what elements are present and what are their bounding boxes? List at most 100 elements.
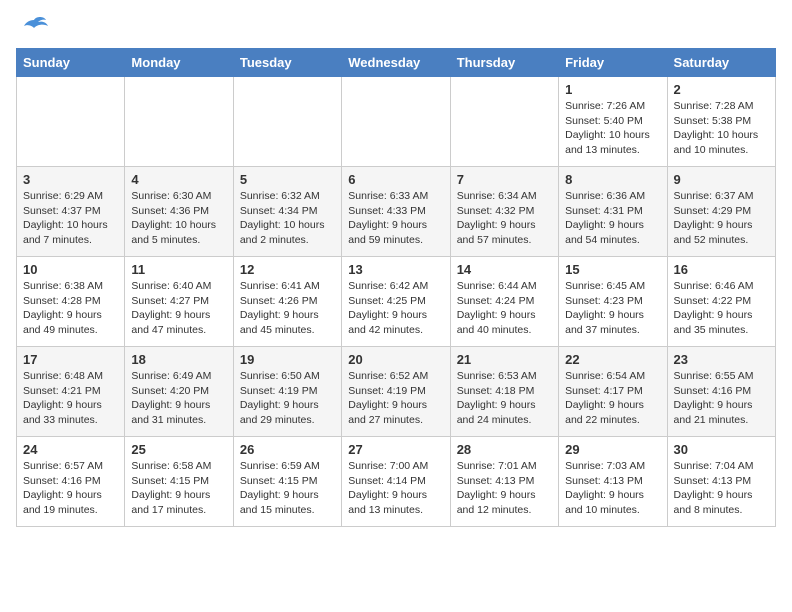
calendar-cell: 1 Sunrise: 7:26 AMSunset: 5:40 PMDaylight…: [559, 77, 667, 167]
header-row: SundayMondayTuesdayWednesdayThursdayFrid…: [17, 49, 776, 77]
calendar-cell: [17, 77, 125, 167]
day-info: Sunrise: 6:52 AMSunset: 4:19 PMDaylight:…: [348, 369, 443, 428]
day-info: Sunrise: 6:49 AMSunset: 4:20 PMDaylight:…: [131, 369, 226, 428]
calendar-week-row: 10 Sunrise: 6:38 AMSunset: 4:28 PMDayligh…: [17, 257, 776, 347]
day-info: Sunrise: 6:32 AMSunset: 4:34 PMDaylight:…: [240, 189, 335, 248]
calendar-cell: 30 Sunrise: 7:04 AMSunset: 4:13 PMDayligh…: [667, 437, 775, 527]
calendar-cell: 16 Sunrise: 6:46 AMSunset: 4:22 PMDayligh…: [667, 257, 775, 347]
day-of-week-header: Sunday: [17, 49, 125, 77]
calendar-table: SundayMondayTuesdayWednesdayThursdayFrid…: [16, 48, 776, 527]
calendar-cell: 28Sunrise: 7:01 AMSunset: 4:13 PMDayligh…: [450, 437, 558, 527]
logo-bird-icon: [20, 16, 48, 36]
calendar-cell: 21Sunrise: 6:53 AMSunset: 4:18 PMDayligh…: [450, 347, 558, 437]
day-number: 21: [457, 352, 552, 367]
calendar-cell: 26 Sunrise: 6:59 AMSunset: 4:15 PMDayligh…: [233, 437, 341, 527]
day-info: Sunrise: 7:28 AMSunset: 5:38 PMDaylight:…: [674, 99, 769, 158]
day-number: 6: [348, 172, 443, 187]
day-number: 8: [565, 172, 660, 187]
day-number: 15: [565, 262, 660, 277]
day-number: 17: [23, 352, 118, 367]
day-info: Sunrise: 7:03 AMSunset: 4:13 PMDaylight:…: [565, 459, 660, 518]
calendar-cell: 5 Sunrise: 6:32 AMSunset: 4:34 PMDaylight…: [233, 167, 341, 257]
day-number: 22: [565, 352, 660, 367]
calendar-week-row: 1 Sunrise: 7:26 AMSunset: 5:40 PMDaylight…: [17, 77, 776, 167]
day-number: 24: [23, 442, 118, 457]
calendar-cell: [450, 77, 558, 167]
day-of-week-header: Tuesday: [233, 49, 341, 77]
day-number: 13: [348, 262, 443, 277]
day-of-week-header: Friday: [559, 49, 667, 77]
day-info: Sunrise: 6:38 AMSunset: 4:28 PMDaylight:…: [23, 279, 118, 338]
day-number: 27: [348, 442, 443, 457]
day-number: 20: [348, 352, 443, 367]
calendar-cell: 7Sunrise: 6:34 AMSunset: 4:32 PMDaylight…: [450, 167, 558, 257]
day-number: 9: [674, 172, 769, 187]
calendar-cell: 15 Sunrise: 6:45 AMSunset: 4:23 PMDayligh…: [559, 257, 667, 347]
day-number: 16: [674, 262, 769, 277]
calendar-cell: 8 Sunrise: 6:36 AMSunset: 4:31 PMDaylight…: [559, 167, 667, 257]
day-info: Sunrise: 7:01 AMSunset: 4:13 PMDaylight:…: [457, 459, 552, 518]
calendar-cell: 20 Sunrise: 6:52 AMSunset: 4:19 PMDayligh…: [342, 347, 450, 437]
day-info: Sunrise: 6:55 AMSunset: 4:16 PMDaylight:…: [674, 369, 769, 428]
day-info: Sunrise: 6:50 AMSunset: 4:19 PMDaylight:…: [240, 369, 335, 428]
calendar-cell: 29 Sunrise: 7:03 AMSunset: 4:13 PMDayligh…: [559, 437, 667, 527]
calendar-week-row: 17Sunrise: 6:48 AMSunset: 4:21 PMDayligh…: [17, 347, 776, 437]
calendar-cell: 6 Sunrise: 6:33 AMSunset: 4:33 PMDaylight…: [342, 167, 450, 257]
day-number: 10: [23, 262, 118, 277]
day-number: 25: [131, 442, 226, 457]
day-number: 29: [565, 442, 660, 457]
calendar-cell: [342, 77, 450, 167]
calendar-cell: 17Sunrise: 6:48 AMSunset: 4:21 PMDayligh…: [17, 347, 125, 437]
day-info: Sunrise: 6:33 AMSunset: 4:33 PMDaylight:…: [348, 189, 443, 248]
logo: [16, 16, 48, 36]
day-number: 12: [240, 262, 335, 277]
calendar-cell: [233, 77, 341, 167]
day-info: Sunrise: 6:45 AMSunset: 4:23 PMDaylight:…: [565, 279, 660, 338]
day-info: Sunrise: 6:30 AMSunset: 4:36 PMDaylight:…: [131, 189, 226, 248]
calendar-cell: [125, 77, 233, 167]
calendar-cell: 13Sunrise: 6:42 AMSunset: 4:25 PMDayligh…: [342, 257, 450, 347]
day-number: 5: [240, 172, 335, 187]
calendar-cell: 3 Sunrise: 6:29 AMSunset: 4:37 PMDaylight…: [17, 167, 125, 257]
day-number: 26: [240, 442, 335, 457]
calendar-cell: 27 Sunrise: 7:00 AMSunset: 4:14 PMDayligh…: [342, 437, 450, 527]
day-info: Sunrise: 6:36 AMSunset: 4:31 PMDaylight:…: [565, 189, 660, 248]
calendar-cell: 2 Sunrise: 7:28 AMSunset: 5:38 PMDaylight…: [667, 77, 775, 167]
day-of-week-header: Monday: [125, 49, 233, 77]
day-info: Sunrise: 6:37 AMSunset: 4:29 PMDaylight:…: [674, 189, 769, 248]
day-number: 3: [23, 172, 118, 187]
day-info: Sunrise: 7:26 AMSunset: 5:40 PMDaylight:…: [565, 99, 660, 158]
calendar-cell: 9 Sunrise: 6:37 AMSunset: 4:29 PMDaylight…: [667, 167, 775, 257]
day-number: 7: [457, 172, 552, 187]
calendar-week-row: 3 Sunrise: 6:29 AMSunset: 4:37 PMDaylight…: [17, 167, 776, 257]
day-of-week-header: Thursday: [450, 49, 558, 77]
calendar-week-row: 24 Sunrise: 6:57 AMSunset: 4:16 PMDayligh…: [17, 437, 776, 527]
day-info: Sunrise: 7:04 AMSunset: 4:13 PMDaylight:…: [674, 459, 769, 518]
calendar-cell: 25 Sunrise: 6:58 AMSunset: 4:15 PMDayligh…: [125, 437, 233, 527]
day-number: 18: [131, 352, 226, 367]
day-number: 23: [674, 352, 769, 367]
day-info: Sunrise: 6:57 AMSunset: 4:16 PMDaylight:…: [23, 459, 118, 518]
calendar-cell: 11 Sunrise: 6:40 AMSunset: 4:27 PMDayligh…: [125, 257, 233, 347]
day-number: 1: [565, 82, 660, 97]
day-number: 30: [674, 442, 769, 457]
calendar-cell: 4 Sunrise: 6:30 AMSunset: 4:36 PMDaylight…: [125, 167, 233, 257]
calendar-cell: 24 Sunrise: 6:57 AMSunset: 4:16 PMDayligh…: [17, 437, 125, 527]
calendar-cell: 22 Sunrise: 6:54 AMSunset: 4:17 PMDayligh…: [559, 347, 667, 437]
day-number: 14: [457, 262, 552, 277]
day-number: 4: [131, 172, 226, 187]
day-info: Sunrise: 6:40 AMSunset: 4:27 PMDaylight:…: [131, 279, 226, 338]
day-info: Sunrise: 6:54 AMSunset: 4:17 PMDaylight:…: [565, 369, 660, 428]
day-info: Sunrise: 6:29 AMSunset: 4:37 PMDaylight:…: [23, 189, 118, 248]
calendar-cell: 12Sunrise: 6:41 AMSunset: 4:26 PMDayligh…: [233, 257, 341, 347]
day-info: Sunrise: 6:46 AMSunset: 4:22 PMDaylight:…: [674, 279, 769, 338]
calendar-cell: 19Sunrise: 6:50 AMSunset: 4:19 PMDayligh…: [233, 347, 341, 437]
day-info: Sunrise: 6:58 AMSunset: 4:15 PMDaylight:…: [131, 459, 226, 518]
day-of-week-header: Saturday: [667, 49, 775, 77]
calendar-cell: 14 Sunrise: 6:44 AMSunset: 4:24 PMDayligh…: [450, 257, 558, 347]
day-info: Sunrise: 6:59 AMSunset: 4:15 PMDaylight:…: [240, 459, 335, 518]
day-number: 2: [674, 82, 769, 97]
day-info: Sunrise: 7:00 AMSunset: 4:14 PMDaylight:…: [348, 459, 443, 518]
day-info: Sunrise: 6:44 AMSunset: 4:24 PMDaylight:…: [457, 279, 552, 338]
day-number: 11: [131, 262, 226, 277]
